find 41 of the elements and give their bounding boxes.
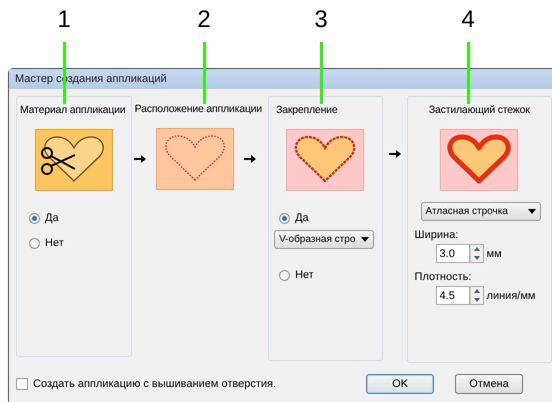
panel-title: Расположение аппликации: [134, 103, 262, 115]
field-label: Ширина:: [414, 229, 458, 241]
down-arrow-icon[interactable]: [474, 298, 480, 302]
radio-button[interactable]: [29, 238, 40, 248]
radio-button[interactable]: [279, 270, 290, 280]
unit-label: линия/мм: [486, 290, 536, 302]
caret-icon: [361, 237, 370, 242]
radio-label: Нет: [45, 237, 64, 249]
callout-number: 2: [196, 6, 212, 34]
number-field[interactable]: 3.0: [436, 244, 470, 263]
unit-label: мм: [486, 248, 502, 260]
radio-label: Да: [295, 212, 309, 224]
radio-button[interactable]: [29, 212, 40, 224]
dialog-button[interactable]: Отмена: [455, 374, 524, 394]
panel-title: Застилающий стежок: [428, 104, 530, 116]
checkbox-label: Создать аппликацию с вышиванием отверстия.: [33, 378, 276, 390]
panel-title: Закрепление: [276, 104, 338, 116]
radio-button[interactable]: [279, 212, 290, 224]
down-arrow-icon[interactable]: [474, 256, 480, 260]
callout-number: 1: [56, 6, 72, 34]
up-arrow-icon[interactable]: [474, 247, 480, 252]
heart-scissors-icon: [34, 129, 113, 191]
radio-label: Нет: [295, 269, 314, 281]
up-arrow-icon[interactable]: [474, 289, 480, 294]
dropdown[interactable]: V-образная стро: [274, 230, 374, 249]
arrow-icon: [388, 149, 401, 159]
number-field[interactable]: 4.5: [436, 286, 470, 305]
checkbox[interactable]: [16, 378, 28, 390]
leader-line: [320, 42, 323, 104]
caret-icon: [528, 209, 536, 214]
leader-line: [203, 42, 206, 104]
dropdown[interactable]: Атласная строчка: [420, 202, 541, 221]
arrow-icon: [244, 154, 256, 164]
field-label: Плотность:: [414, 271, 472, 283]
callout-number: 4: [460, 6, 476, 34]
arrow-icon: [134, 154, 146, 164]
dialog-button[interactable]: OK: [366, 374, 434, 394]
panel-title: Материал аппликации: [20, 104, 126, 116]
leader-line: [467, 42, 470, 104]
callout-number: 3: [313, 6, 329, 34]
radio-label: Да: [45, 212, 59, 224]
